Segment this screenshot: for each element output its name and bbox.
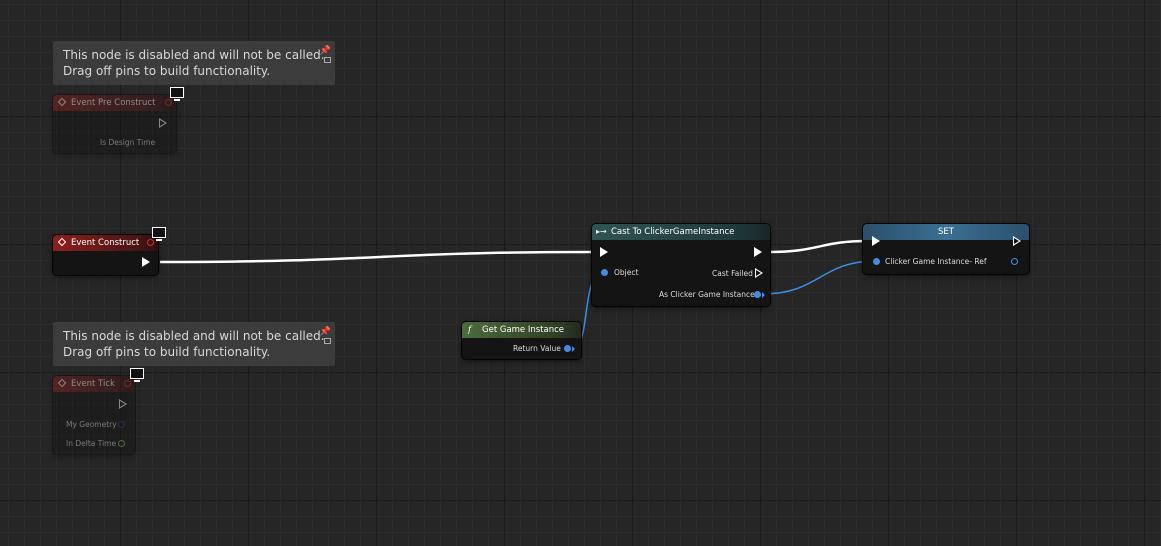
event-construct-node[interactable]: Event Construct [53, 235, 158, 275]
disabled-node-comment: This node is disabled and will not be ca… [53, 322, 335, 366]
monitor-icon [170, 87, 184, 101]
exec-wire-cast-to-set [767, 239, 869, 254]
ref-output-pin[interactable] [1011, 258, 1018, 265]
node-header: Event Tick [53, 376, 135, 392]
node-title: Get Game Instance [482, 325, 565, 335]
pin-label-ref: Clicker Game Instance- Ref [885, 257, 987, 266]
exec-input-pin[interactable] [600, 247, 608, 257]
pin-label-return-value: Return Value [513, 344, 561, 353]
disabled-node-comment: This node is disabled and will not be ca… [53, 41, 335, 85]
collapse-icon[interactable] [324, 338, 331, 344]
node-header: Event Pre Construct [53, 95, 176, 111]
diamond-icon [57, 237, 67, 247]
return-value-output-pin[interactable] [564, 345, 571, 352]
node-title: Event Tick [71, 379, 115, 389]
collapse-icon[interactable] [324, 57, 331, 63]
ref-input-pin[interactable] [873, 258, 880, 265]
comment-line-1: This node is disabled and will not be ca… [63, 329, 325, 343]
cast-icon: ▸→ [596, 227, 607, 236]
node-title: Cast To ClickerGameInstance [611, 227, 735, 237]
delegate-pin-icon[interactable] [147, 239, 154, 246]
node-header: f Get Game Instance [462, 322, 581, 338]
exec-output-pin[interactable] [1013, 236, 1021, 246]
node-header: SET [863, 224, 1029, 240]
pin-label-is-design-time: Is Design Time [100, 138, 156, 147]
exec-output-pin[interactable] [159, 118, 167, 128]
function-icon: f [468, 325, 472, 335]
as-instance-output-pin[interactable] [754, 291, 761, 298]
delegate-pin-icon[interactable] [124, 380, 131, 387]
node-header: ▸→ Cast To ClickerGameInstance [592, 224, 770, 240]
pin-label-in-delta-time: In Delta Time [66, 439, 117, 448]
comment-line-1: This node is disabled and will not be ca… [63, 48, 325, 62]
event-tick-node[interactable]: Event Tick My Geometry In Delta Time [53, 376, 135, 454]
set-variable-node[interactable]: SET Clicker Game Instance- Ref [863, 224, 1029, 274]
exec-input-pin[interactable] [872, 236, 880, 246]
event-pre-construct-node[interactable]: Event Pre Construct Is Design Time [53, 95, 176, 153]
get-game-instance-node[interactable]: f Get Game Instance Return Value [462, 322, 581, 359]
comment-line-2: Drag off pins to build functionality. [63, 64, 271, 78]
monitor-icon [130, 368, 144, 382]
cast-node[interactable]: ▸→ Cast To ClickerGameInstance Object Ca… [592, 224, 770, 306]
pin-label-cast-failed: Cast Failed [712, 269, 753, 278]
comment-line-2: Drag off pins to build functionality. [63, 345, 271, 359]
my-geometry-pin[interactable] [118, 421, 125, 428]
exec-wire-construct-to-cast [159, 250, 598, 264]
pin-label-object: Object [614, 268, 639, 277]
node-header: Event Construct [53, 235, 158, 251]
object-input-pin[interactable] [601, 269, 608, 276]
in-delta-time-pin[interactable] [118, 440, 125, 447]
pin-label-as-instance: As Clicker Game Instance [659, 290, 755, 299]
pin-arrow-icon [762, 291, 765, 298]
cast-failed-exec-pin[interactable] [755, 268, 763, 278]
diamond-icon [57, 378, 67, 388]
exec-output-pin[interactable] [142, 257, 150, 267]
exec-output-pin[interactable] [119, 399, 127, 409]
delegate-pin-icon[interactable] [165, 99, 172, 106]
node-title: Event Pre Construct [71, 98, 156, 108]
pin-arrow-icon [572, 345, 575, 352]
monitor-icon [152, 227, 166, 241]
node-title: SET [938, 227, 954, 237]
node-title: Event Construct [71, 238, 140, 248]
pin-label-my-geometry: My Geometry [66, 420, 117, 429]
exec-output-pin[interactable] [754, 247, 762, 257]
diamond-icon [57, 97, 67, 107]
object-wire-cast-to-set [761, 260, 877, 295]
